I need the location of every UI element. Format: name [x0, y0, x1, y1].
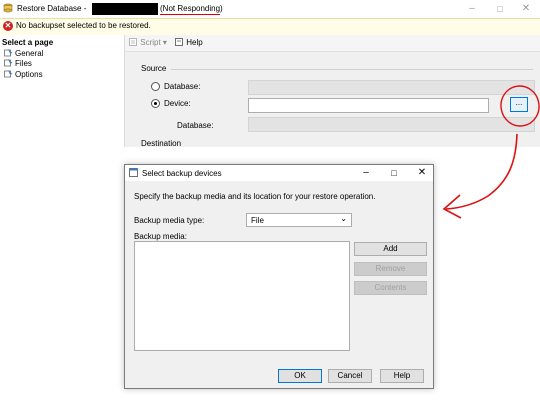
script-label: Script	[140, 38, 161, 47]
restore-database-window: Restore Database - (Not Responding) – □ …	[0, 0, 540, 148]
script-icon	[129, 38, 137, 46]
chevron-down-icon: ⌄	[340, 214, 347, 223]
maximize-icon[interactable]: □	[492, 2, 508, 16]
database-radio-label: Database:	[164, 82, 201, 91]
page-icon	[4, 49, 13, 57]
database-radio[interactable]	[151, 82, 160, 91]
help-button[interactable]: Help	[175, 38, 203, 47]
dialog-window-icon	[129, 168, 138, 177]
select-page-pane: Select a page General Files Options	[0, 35, 125, 147]
chevron-down-icon: ▾	[162, 38, 167, 47]
section-divider	[171, 69, 533, 70]
error-message: No backupset selected to be restored.	[16, 21, 151, 30]
title-bar: Restore Database - (Not Responding) – □ …	[0, 0, 540, 18]
not-responding-label: (Not Responding)	[160, 4, 223, 13]
destination-section-label: Destination	[141, 139, 182, 148]
page-item-label: General	[15, 49, 44, 58]
selected-media-type: File	[251, 216, 264, 225]
device-radio[interactable]	[151, 99, 160, 108]
backup-media-type-select[interactable]: File ⌄	[246, 213, 352, 227]
select-backup-devices-dialog: Select backup devices – □ ✕ Specify the …	[124, 164, 434, 389]
close-icon[interactable]: ✕	[518, 2, 534, 16]
help-button[interactable]: Help	[380, 369, 424, 383]
toolbar: Script ▾ Help	[125, 35, 540, 52]
general-page-content: Script ▾ Help Source Database: Device: .…	[125, 35, 540, 148]
page-item-general[interactable]: General	[4, 49, 43, 59]
page-icon	[4, 59, 13, 67]
minimize-icon[interactable]: –	[359, 166, 373, 180]
redacted-database-name	[92, 3, 158, 15]
red-underline-annotation	[160, 14, 220, 15]
remove-button[interactable]: Remove	[354, 262, 427, 276]
select-page-header: Select a page	[2, 38, 54, 47]
page-item-label: Options	[15, 70, 43, 79]
device-radio-label: Device:	[164, 99, 191, 108]
page-item-label: Files	[15, 59, 32, 68]
help-icon	[175, 38, 183, 46]
dialog-title: Select backup devices	[142, 169, 222, 178]
device-path-field[interactable]	[248, 98, 489, 113]
page-icon	[4, 70, 13, 78]
database-sub-label: Database:	[177, 121, 214, 130]
close-icon[interactable]: ✕	[415, 166, 429, 180]
red-arrowhead	[442, 194, 462, 219]
database-dropdown[interactable]	[248, 80, 535, 95]
database-app-icon	[3, 3, 13, 13]
backup-media-label: Backup media:	[134, 232, 187, 241]
script-button[interactable]: Script ▾	[129, 38, 167, 47]
dialog-description: Specify the backup media and its locatio…	[134, 192, 376, 201]
maximize-icon[interactable]: □	[387, 166, 401, 180]
help-label: Help	[186, 38, 203, 47]
cancel-button[interactable]: Cancel	[328, 369, 372, 383]
minimize-icon[interactable]: –	[464, 2, 480, 16]
target-database-dropdown[interactable]	[248, 117, 535, 132]
backup-media-list[interactable]	[134, 241, 350, 351]
dialog-title-bar: Select backup devices – □ ✕	[125, 165, 433, 181]
window-title: Restore Database -	[17, 4, 87, 13]
backup-media-type-label: Backup media type:	[134, 216, 205, 225]
error-icon: ✕	[3, 21, 13, 31]
page-item-files[interactable]: Files	[4, 59, 32, 69]
page-item-options[interactable]: Options	[4, 70, 43, 80]
ok-button[interactable]: OK	[278, 369, 322, 383]
browse-button[interactable]: ...	[510, 97, 528, 112]
add-button[interactable]: Add	[354, 242, 427, 256]
error-bar: ✕ No backupset selected to be restored.	[0, 18, 540, 36]
contents-button[interactable]: Contents	[354, 281, 427, 295]
source-section-label: Source	[141, 64, 167, 73]
